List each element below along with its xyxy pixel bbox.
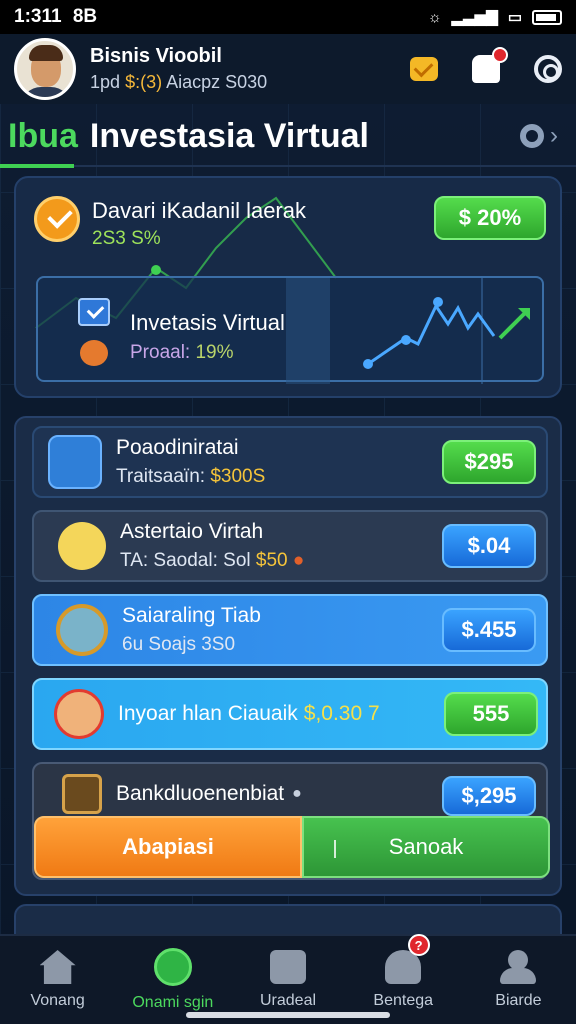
document-icon [48,435,102,489]
list-item-price-button[interactable]: $,295 [442,776,536,816]
summary-percent-button[interactable]: $ 20% [434,196,546,240]
app-screen: 1:311 8B ☼ ▂▃▅▇ ▭ Bisnis Vioobil 1pd $:(… [0,0,576,1024]
title-settings-button[interactable]: › [520,122,558,150]
alarm-icon: ☼ [427,8,442,26]
list-item[interactable]: Inyoar hlan Ciauaik $,0.30 7 555 [32,678,548,750]
nav-label: Bentega [373,992,434,1009]
group-icon [500,950,537,984]
investment-panel[interactable]: Invetasis Virtual Proaal: 19% [36,276,544,384]
nav-label: Biarde [495,992,542,1009]
page-title: Investasia Virtual [89,116,369,155]
status-time: 1:311 [14,6,62,27]
list-item[interactable]: Saiaraling Tiab 6u Soajs 3S0 $.455 [32,594,548,666]
nav-label: Onami sgin [132,994,214,1011]
user-info: Bisnis Vioobil 1pd $:(3) Aiacpz S030 [90,45,267,93]
active-tab-indicator [0,164,74,168]
character-icon [54,689,104,739]
nav-label: Uradeal [259,992,317,1009]
status-bar: 1:311 8B ☼ ▂▃▅▇ ▭ [0,0,576,34]
list-item-price-button[interactable]: $.455 [442,608,536,652]
mail-icon[interactable] [410,57,438,81]
nav-active-tab[interactable]: Onami sgin [115,936,230,1024]
title-bar: Ibua Investasia Virtual › [0,108,576,164]
bell-icon[interactable] [472,47,508,83]
list-icon [270,950,306,984]
title-prefix: Ibua [8,116,78,155]
nav-list[interactable]: Uradeal [230,936,345,1024]
primary-action-button[interactable]: Abapiasi [34,816,302,878]
check-badge-icon [34,196,80,242]
list-item[interactable]: Astertaio Virtah TA: Saodal: Sol $50 ● $… [32,510,548,582]
summary-subtitle: 2S3 S% [92,228,161,249]
list-item-sub: 6u Soajs 3S0 [122,634,236,655]
user-name: Bisnis Vioobil [90,45,222,67]
chevron-right-icon: › [550,122,558,149]
divider [74,165,576,167]
list-item-title: Bankdluoenenbiat [116,782,285,805]
nav-home[interactable]: Vonang [0,936,115,1024]
investment-list: Poaodiniratai Traitsaaïn: $300S $295 Ast… [14,416,562,896]
notification-dot [492,47,508,63]
list-item-amount: $,0.30 7 [303,702,380,725]
profile-header: Bisnis Vioobil 1pd $:(3) Aiacpz S030 [0,34,576,104]
header-actions [410,47,562,83]
list-item-title: Astertaio Virtah [120,520,264,543]
list-item-price-button[interactable]: $.04 [442,524,536,568]
home-icon [39,950,76,984]
money-bag-icon [80,340,108,366]
gear-icon[interactable] [534,55,562,83]
money-bag-icon: ● [292,550,305,571]
user-balance-line: 1pd $:(3) Aiacpz S030 [90,72,267,93]
active-icon [153,948,192,986]
list-item-title: Poaodiniratai [116,436,239,459]
secondary-action-button[interactable]: Sanoak [302,816,550,878]
status-icons: ☼ ▂▃▅▇ ▭ [428,8,562,26]
nav-group[interactable]: Biarde [461,936,576,1024]
summary-card[interactable]: Davari iKadanil laerak 2S3 S% $ 20% Inve… [14,176,562,398]
vibrate-icon: ▭ [507,9,522,26]
list-item-price-button[interactable]: 555 [444,692,538,736]
divider-bar [334,840,336,858]
list-item-amount: $300S [210,466,266,487]
safe-icon [62,774,102,814]
investment-stat-value: 19% [195,342,234,363]
bottom-navigation: Vonang Onami sgin Uradeal ? Bentega Biar… [0,934,576,1024]
battery-icon [532,9,562,25]
user-sub-amount: $:(3) [125,72,163,92]
investment-stat: Proaal: 19% [130,342,234,364]
secondary-action-label: Sanoak [388,834,464,859]
avatar[interactable] [14,38,76,100]
list-item-amount: $50 [255,550,288,571]
investment-sparkline [286,278,530,384]
signal-icon: ▂▃▅▇ [451,9,498,26]
list-item[interactable]: Bankdluoenenbiat ● $,295 Abapiasi Sanoak [32,762,550,880]
list-item-sub: Traitsaaïn: [116,466,206,487]
user-sub-prefix: 1pd [90,72,121,92]
settings-gear-icon [520,124,544,148]
info-icon: ● [292,785,302,802]
nav-label: Vonang [30,992,85,1009]
status-carrier: 8B [72,6,98,27]
user-sub-suffix: Aiacpz S030 [166,72,268,92]
list-item-title: Saiaraling Tiab [122,604,261,627]
list-item-title: Inyoar hlan Ciauaik [118,702,298,725]
investment-title: Invetasis Virtual [130,310,285,335]
nav-badge: ? [407,934,430,956]
nav-notifications[interactable]: ? Bentega [346,934,461,1024]
compass-icon [56,604,108,656]
list-item[interactable]: Poaodiniratai Traitsaaïn: $300S $295 [32,426,548,498]
investment-stat-label: Proaal: [130,342,191,363]
home-indicator[interactable] [186,1012,390,1018]
investment-checkbox[interactable] [78,298,110,326]
smiley-icon [58,522,106,570]
summary-title: Davari iKadanil laerak [92,198,306,223]
list-item-price-button[interactable]: $295 [442,440,536,484]
list-item-sub: TA: Saodal: Sol [120,550,251,571]
